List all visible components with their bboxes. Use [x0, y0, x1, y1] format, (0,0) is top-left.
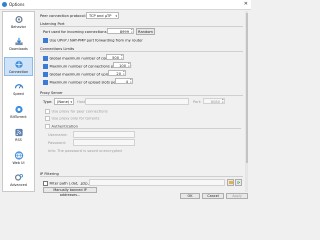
- speedometer-icon: [14, 84, 23, 89]
- proxy-type-value: (None): [57, 100, 70, 104]
- chevron-down-icon: ▾: [115, 13, 117, 18]
- browse-filter-button[interactable]: [227, 179, 234, 186]
- password-note: Info: The password is saved unencrypted: [48, 149, 122, 153]
- group-divider: [40, 176, 243, 177]
- group-divider: [40, 95, 243, 96]
- limit-checkbox[interactable]: [43, 55, 48, 61]
- peer-protocol-value: TCP and μTP: [89, 14, 112, 18]
- sidebar-item-rss[interactable]: RSS: [4, 126, 33, 145]
- proxy-type-select[interactable]: (None) ▾: [54, 98, 74, 105]
- close-icon[interactable]: ✕: [244, 1, 248, 7]
- filter-path-input[interactable]: [89, 179, 225, 186]
- sidebar-item-label: Downloads: [9, 47, 28, 51]
- sidebar-item-label: BitTorrent: [10, 115, 27, 119]
- reload-icon: ⟳: [236, 180, 241, 185]
- folder-icon: [228, 180, 233, 184]
- random-port-button[interactable]: Random: [136, 28, 155, 35]
- limit-checkbox[interactable]: [43, 63, 48, 69]
- sidebar-item-label: Advanced: [10, 183, 27, 187]
- sidebar-item-speed[interactable]: Speed: [4, 80, 33, 99]
- ok-button[interactable]: OK: [180, 193, 200, 199]
- password-label: Password:: [48, 141, 66, 145]
- download-icon: [14, 37, 23, 46]
- group-divider: [40, 51, 243, 52]
- window-title: Options: [9, 2, 25, 7]
- filter-path-checkbox[interactable]: [43, 180, 48, 186]
- title-bar: Options ✕: [0, 0, 251, 10]
- proxy-torrents-label: Use proxy only for torrents: [51, 116, 100, 121]
- limit-value: 4: [125, 79, 128, 84]
- advanced-gear-icon: [14, 173, 23, 181]
- per-torrent-connections-spinbox[interactable]: 100 ▴ ▾: [113, 62, 131, 68]
- sidebar-item-bittorrent[interactable]: BitTorrent: [4, 103, 33, 122]
- spin-arrows-icon[interactable]: ▴ ▾: [222, 98, 223, 104]
- proxy-port-spinbox[interactable]: 8080 ▴ ▾: [203, 98, 225, 104]
- global-upload-slots-spinbox[interactable]: 20 ▴ ▾: [108, 70, 126, 76]
- upnp-label: Use UPnP / NAT-PMP port forwarding from …: [49, 38, 143, 43]
- proxy-peer-checkbox-row[interactable]: Use proxy for peer connections: [45, 108, 108, 114]
- sidebar-item-label: Connection: [8, 70, 29, 74]
- spin-arrows-icon[interactable]: ▴ ▾: [123, 70, 124, 76]
- upnp-checkbox-row[interactable]: Use UPnP / NAT-PMP port forwarding from …: [43, 37, 143, 43]
- reload-filter-button[interactable]: ⟳: [235, 179, 242, 186]
- sidebar-item-behavior[interactable]: Behavior: [4, 13, 33, 32]
- sidebar-item-label: Behavior: [10, 25, 27, 29]
- spin-arrows-icon[interactable]: ▴ ▾: [131, 28, 132, 34]
- password-input[interactable]: [73, 139, 135, 146]
- connection-settings-panel: Peer connection protocol: TCP and μTP ▾ …: [37, 11, 248, 197]
- content-scrollbar[interactable]: [245, 11, 248, 192]
- incoming-port-label: Port used for incoming connections:: [43, 30, 108, 34]
- spin-arrows-icon[interactable]: ▴ ▾: [121, 54, 122, 60]
- upnp-checkbox[interactable]: [43, 37, 48, 43]
- options-window: Options ✕ Behavior Downloads Connection …: [0, 0, 251, 200]
- limit-checkbox[interactable]: [43, 71, 48, 77]
- proxy-port-value: 8080: [210, 99, 220, 104]
- per-torrent-upload-slots-spinbox[interactable]: 4 ▴ ▾: [115, 78, 133, 84]
- peer-protocol-label: Peer connection protocol:: [40, 14, 86, 18]
- limit-checkbox[interactable]: [43, 79, 48, 85]
- apply-button[interactable]: Apply: [226, 193, 248, 199]
- limit-value: 20: [116, 71, 121, 76]
- proxy-port-label: Port:: [193, 100, 202, 104]
- username-input[interactable]: [73, 131, 135, 138]
- proxy-type-label: Type:: [43, 100, 53, 104]
- sidebar-item-label: Speed: [13, 92, 24, 96]
- group-divider: [40, 26, 243, 27]
- spin-arrows-icon[interactable]: ▴ ▾: [130, 78, 131, 84]
- webui-icon: [14, 151, 23, 160]
- bittorrent-icon: [14, 105, 23, 114]
- rss-icon: [14, 128, 23, 137]
- manual-ban-button[interactable]: Manually banned IP addresses...: [43, 187, 97, 197]
- incoming-port-value: 8999: [119, 29, 129, 34]
- proxy-torrents-checkbox[interactable]: [45, 115, 50, 121]
- sidebar-item-label: RSS: [15, 138, 22, 142]
- sidebar-item-connection[interactable]: Connection: [4, 57, 33, 76]
- username-label: Username:: [48, 133, 68, 137]
- proxy-torrents-checkbox-row[interactable]: Use proxy only for torrents: [45, 115, 100, 121]
- connection-icon: [14, 60, 23, 69]
- group-divider: [45, 128, 241, 129]
- scrollbar-thumb[interactable]: [245, 13, 248, 163]
- limit-value: 500: [112, 55, 119, 60]
- app-icon: [2, 2, 7, 7]
- global-connections-spinbox[interactable]: 500 ▴ ▾: [106, 54, 124, 60]
- sidebar-item-advanced[interactable]: Advanced: [4, 171, 33, 190]
- sidebar-item-webui[interactable]: Web UI: [4, 149, 33, 168]
- incoming-port-spinbox[interactable]: 8999 ▴ ▾: [107, 28, 134, 34]
- proxy-host-input[interactable]: [85, 98, 189, 105]
- chevron-down-icon: ▾: [70, 99, 72, 104]
- sidebar-item-label: Web UI: [12, 161, 25, 165]
- gear-icon: [14, 15, 23, 24]
- peer-protocol-select[interactable]: TCP and μTP ▾: [86, 12, 119, 19]
- spin-arrows-icon[interactable]: ▴ ▾: [128, 62, 129, 68]
- proxy-peer-label: Use proxy for peer connections: [51, 109, 108, 114]
- sidebar-item-downloads[interactable]: Downloads: [4, 35, 33, 54]
- options-sidebar: Behavior Downloads Connection Speed BitT…: [2, 11, 35, 192]
- limit-value: 100: [119, 63, 126, 68]
- proxy-peer-checkbox[interactable]: [45, 108, 50, 114]
- cancel-button[interactable]: Cancel: [202, 193, 224, 199]
